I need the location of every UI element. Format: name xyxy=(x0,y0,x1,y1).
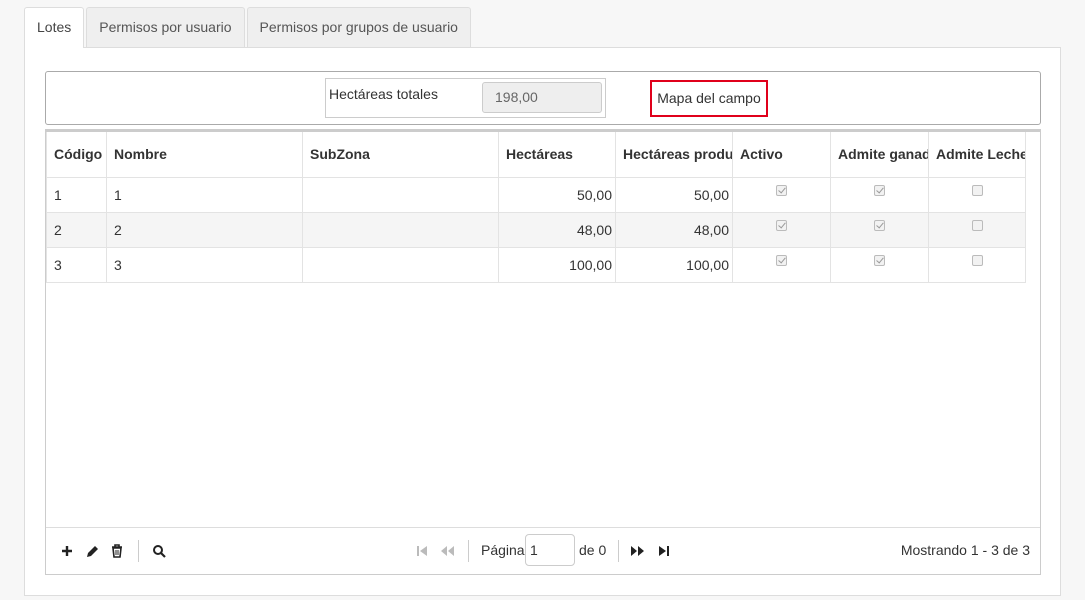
cell-nombre: 3 xyxy=(106,246,303,283)
col-admite-leche[interactable]: Admite Leche xyxy=(928,132,1026,178)
cell-nombre: 1 xyxy=(106,176,303,213)
delete-icon[interactable] xyxy=(109,542,125,560)
cell-ganado xyxy=(830,176,929,213)
lotes-table: Código Nombre SubZona Hectáreas Hectárea… xyxy=(46,132,1026,283)
prev-page-icon[interactable] xyxy=(439,542,455,560)
page-input[interactable]: 1 xyxy=(525,534,575,566)
cell-leche xyxy=(928,211,1026,248)
page-total: de 0 xyxy=(579,542,607,558)
lotes-grid: Código Nombre SubZona Hectáreas Hectárea… xyxy=(45,129,1041,575)
tab-lotes[interactable]: Lotes xyxy=(24,7,85,48)
separator xyxy=(468,540,469,562)
cell-hectareas: 48,00 xyxy=(498,211,616,248)
table-row[interactable]: 1 1 50,00 50,00 xyxy=(46,176,1026,213)
cell-hectareas: 100,00 xyxy=(498,246,616,283)
hectareas-field: 198,00 xyxy=(482,82,602,113)
activo-checkbox xyxy=(776,255,787,267)
map-button[interactable]: Mapa del campo xyxy=(650,80,768,117)
col-admite-ganado[interactable]: Admite ganado xyxy=(830,132,929,178)
cell-productivas: 50,00 xyxy=(615,176,733,213)
separator xyxy=(618,540,619,562)
cell-productivas: 48,00 xyxy=(615,211,733,248)
cell-leche xyxy=(928,246,1026,283)
pager: Página 1 de 0 Mostrando 1 - 3 de 3 xyxy=(46,527,1040,574)
leche-checkbox xyxy=(971,255,983,267)
tab-permisos-usuario[interactable]: Permisos por usuario xyxy=(86,7,245,47)
last-page-icon[interactable] xyxy=(656,542,672,560)
cell-activo xyxy=(732,246,831,283)
search-icon[interactable] xyxy=(151,542,167,560)
cell-activo xyxy=(732,176,831,213)
col-hectareas-productivas[interactable]: Hectáreas productivas xyxy=(615,132,733,178)
col-subzona[interactable]: SubZona xyxy=(302,132,499,178)
cell-codigo: 2 xyxy=(46,211,107,248)
header-row: Código Nombre SubZona Hectáreas Hectárea… xyxy=(46,132,1026,178)
ganado-checkbox xyxy=(874,220,885,232)
leche-checkbox xyxy=(971,185,983,197)
table-row[interactable]: 3 3 100,00 100,00 xyxy=(46,246,1026,283)
activo-checkbox xyxy=(776,185,787,197)
leche-checkbox xyxy=(971,220,983,232)
col-activo[interactable]: Activo xyxy=(732,132,831,178)
tab-bar: Lotes Permisos por usuario Permisos por … xyxy=(24,7,473,48)
tab-permisos-grupos[interactable]: Permisos por grupos de usuario xyxy=(246,7,471,47)
activo-checkbox xyxy=(776,220,787,232)
col-codigo[interactable]: Código xyxy=(46,132,107,178)
hectareas-label: Hectáreas totales xyxy=(329,86,438,102)
first-page-icon[interactable] xyxy=(414,542,430,560)
cell-subzona xyxy=(302,246,499,283)
cell-subzona xyxy=(302,176,499,213)
table-row[interactable]: 2 2 48,00 48,00 xyxy=(46,211,1026,248)
col-hectareas[interactable]: Hectáreas xyxy=(498,132,616,178)
cell-subzona xyxy=(302,211,499,248)
cell-productivas: 100,00 xyxy=(615,246,733,283)
cell-codigo: 1 xyxy=(46,176,107,213)
page-label: Página xyxy=(481,542,525,558)
separator xyxy=(138,540,139,562)
cell-codigo: 3 xyxy=(46,246,107,283)
edit-icon[interactable] xyxy=(84,542,100,560)
cell-activo xyxy=(732,211,831,248)
add-icon[interactable] xyxy=(59,542,75,560)
records-info: Mostrando 1 - 3 de 3 xyxy=(900,542,1030,558)
ganado-checkbox xyxy=(874,185,885,197)
cell-hectareas: 50,00 xyxy=(498,176,616,213)
cell-ganado xyxy=(830,211,929,248)
ganado-checkbox xyxy=(874,255,885,267)
col-nombre[interactable]: Nombre xyxy=(106,132,303,178)
cell-leche xyxy=(928,176,1026,213)
cell-ganado xyxy=(830,246,929,283)
next-page-icon[interactable] xyxy=(630,542,646,560)
cell-nombre: 2 xyxy=(106,211,303,248)
